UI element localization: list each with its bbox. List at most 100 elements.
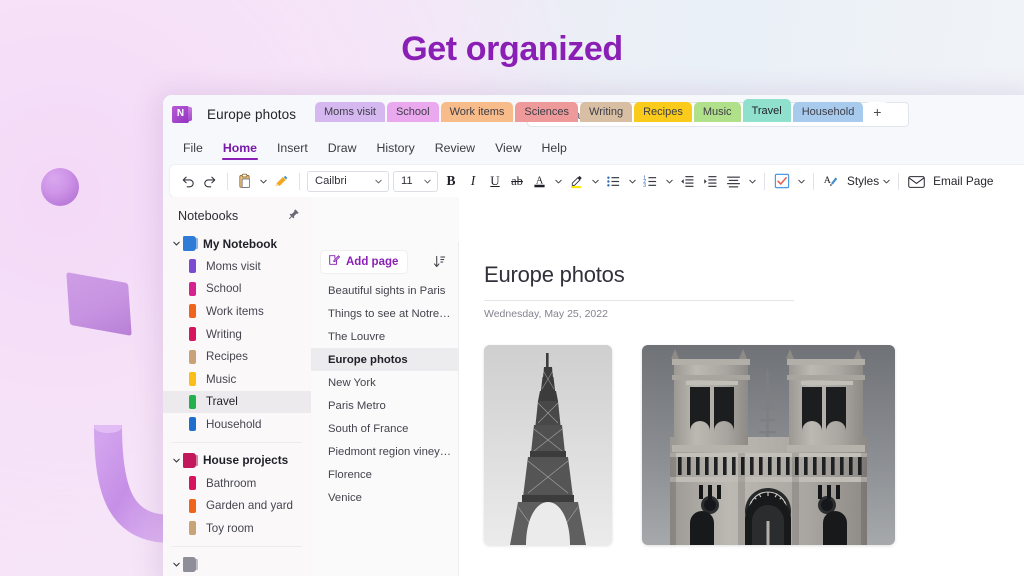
ribbon-tab-draw[interactable]: Draw [318,141,367,160]
styles-button[interactable]: A [819,168,843,194]
decrease-indent-button[interactable] [676,168,699,194]
sidebar-section-bathroom[interactable]: Bathroom [163,472,311,495]
section-tab-household[interactable]: Household [793,102,864,122]
page-list-item[interactable]: Florence [311,463,458,486]
section-tab-writing[interactable]: Writing [580,102,632,122]
font-size-chevron-down-icon[interactable] [420,177,434,186]
page-list-item-selected[interactable]: Europe photos [311,348,458,371]
sidebar-section-moms-visit[interactable]: Moms visit [163,255,311,278]
add-page-label: Add page [346,256,398,268]
section-tab-moms-visit[interactable]: Moms visit [315,102,385,122]
ribbon-tab-file[interactable]: File [173,141,213,160]
paste-options-chevron-down-icon[interactable] [256,177,270,186]
page-list-item[interactable]: New York [311,371,458,394]
note-page-title[interactable]: Europe photos [484,262,1024,288]
increase-indent-button[interactable] [699,168,722,194]
chevron-down-icon[interactable] [169,239,183,248]
ribbon-tab-view[interactable]: View [485,141,531,160]
section-color-chip [189,372,196,386]
page-list-item[interactable]: Things to see at Notre… [311,302,458,325]
page-list-item[interactable]: Piedmont region vineyards [311,440,458,463]
font-name-chevron-down-icon[interactable] [371,177,385,186]
todo-tag-chevron-down-icon[interactable] [794,177,808,186]
onenote-logo-letter: N [177,109,184,119]
page-list-item[interactable]: The Louvre [311,325,458,348]
title-divider [484,300,794,301]
section-label: Bathroom [206,477,256,490]
notebook-header-my-notebook[interactable]: My Notebook [163,232,311,255]
section-color-chip [189,499,196,513]
section-color-chip [189,282,196,296]
section-tab-sciences[interactable]: Sciences [515,102,578,122]
ribbon-tab-insert[interactable]: Insert [267,141,318,160]
todo-tag-button[interactable] [770,168,794,194]
styles-chevron-down-icon[interactable] [879,177,893,186]
ribbon-tab-help[interactable]: Help [532,141,577,160]
section-tab-recipes[interactable]: Recipes [634,102,692,122]
page-list-item[interactable]: South of France [311,417,458,440]
sidebar-section-school[interactable]: School [163,278,311,301]
notebook-header-partial[interactable] [163,553,311,576]
paste-button[interactable] [233,168,256,194]
section-color-chip [189,350,196,364]
page-list-item[interactable]: Paris Metro [311,394,458,417]
add-section-button[interactable]: + [865,102,889,122]
format-painter-button[interactable] [270,168,294,194]
sidebar-section-work-items[interactable]: Work items [163,300,311,323]
font-name-value: Cailbri [315,175,347,187]
italic-button[interactable]: I [462,168,484,194]
notebook-group-my-notebook: My Notebook Moms visit School Work items… [163,232,311,436]
bullets-chevron-down-icon[interactable] [625,177,639,186]
align-button[interactable] [722,168,745,194]
section-tab-school[interactable]: School [387,102,439,122]
section-label: Travel [206,395,238,408]
italic-label: I [471,173,476,189]
notre-dame-photo[interactable] [642,345,895,545]
section-tab-work-items[interactable]: Work items [441,102,514,122]
sidebar-section-recipes[interactable]: Recipes [163,345,311,368]
font-name-combobox[interactable]: Cailbri [307,171,389,192]
ribbon-tab-history[interactable]: History [366,141,424,160]
ribbon-tab-home[interactable]: Home [213,141,267,160]
chevron-down-icon[interactable] [169,456,183,465]
font-size-combobox[interactable]: 11 [393,171,438,192]
redo-button[interactable] [199,168,222,194]
sidebar-section-music[interactable]: Music [163,368,311,391]
sidebar-section-garden-and-yard[interactable]: Garden and yard [163,494,311,517]
add-page-button[interactable]: Add page [321,251,407,273]
align-chevron-down-icon[interactable] [745,177,759,186]
numbering-chevron-down-icon[interactable] [662,177,676,186]
underline-button[interactable]: U [484,168,506,194]
sidebar-section-household[interactable]: Household [163,413,311,436]
onenote-logo-icon: N [172,106,189,123]
note-canvas[interactable]: Europe photos Wednesday, May 25, 2022 [459,242,1024,576]
highlight-color-button[interactable] [565,168,588,194]
pin-icon[interactable] [288,207,300,225]
notebook-header-house-projects[interactable]: House projects [163,449,311,472]
eiffel-tower-photo[interactable] [484,345,612,545]
section-color-chip [189,476,196,490]
sidebar-section-writing[interactable]: Writing [163,323,311,346]
font-color-chevron-down-icon[interactable] [551,177,565,186]
section-label: Recipes [206,350,248,363]
page-list-item[interactable]: Beautiful sights in Paris [311,279,458,302]
chevron-down-icon[interactable] [169,560,183,569]
email-page-button[interactable] [904,168,929,194]
undo-button[interactable] [176,168,199,194]
highlight-chevron-down-icon[interactable] [588,177,602,186]
strikethrough-button[interactable]: ab [506,168,528,194]
section-tab-travel[interactable]: Travel [743,99,791,122]
page-item-title: The Louvre [328,331,385,343]
formatting-toolbar: Cailbri 11 B I U ab A [170,165,1024,197]
page-item-title: Florence [328,469,372,481]
bullets-button[interactable] [602,168,625,194]
numbering-button[interactable]: 123 [639,168,662,194]
sidebar-section-toy-room[interactable]: Toy room [163,517,311,540]
font-color-button[interactable]: A [528,168,551,194]
ribbon-tab-review[interactable]: Review [425,141,485,160]
page-list-item[interactable]: Venice [311,486,458,509]
bold-button[interactable]: B [440,168,462,194]
sidebar-section-travel[interactable]: Travel [163,391,311,414]
sort-pages-button[interactable] [430,255,448,269]
section-tab-music[interactable]: Music [694,102,741,122]
